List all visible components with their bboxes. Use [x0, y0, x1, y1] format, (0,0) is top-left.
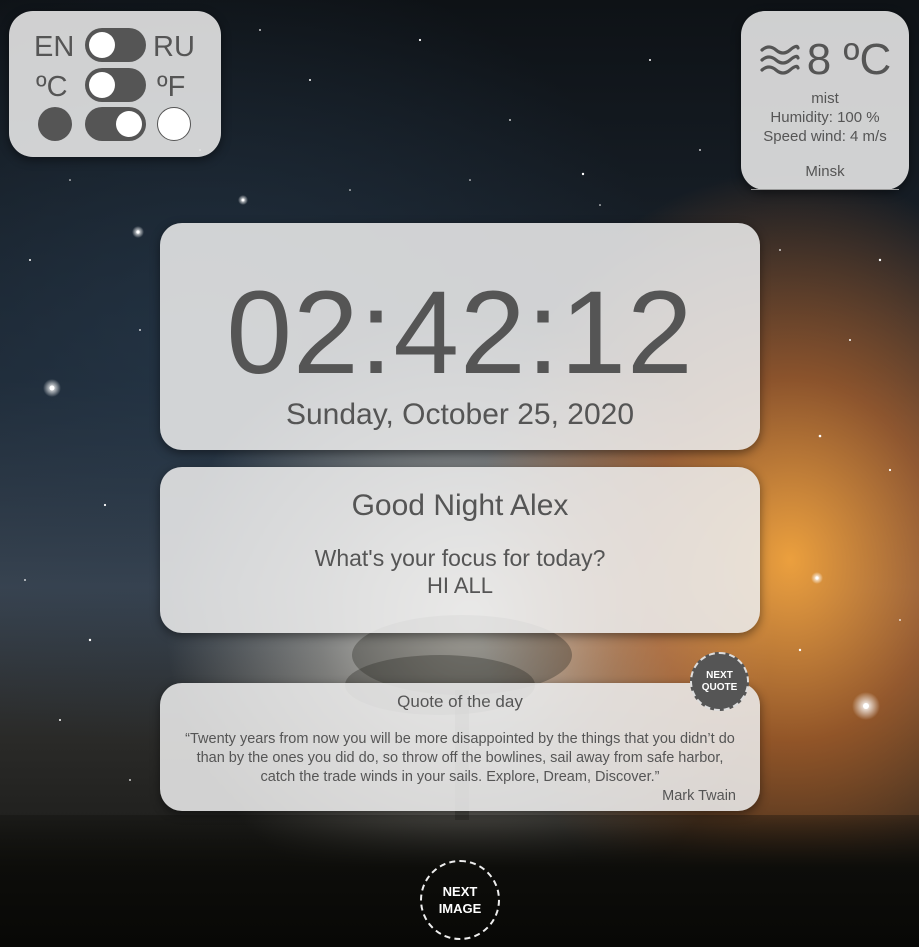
next-image-button[interactable]: NEXT IMAGE — [420, 860, 500, 940]
greeting-name[interactable]: Good Night Alex — [160, 489, 760, 523]
unit-toggle[interactable] — [85, 68, 146, 102]
language-en-label: EN — [34, 31, 75, 63]
language-toggle[interactable] — [85, 28, 146, 62]
city-input[interactable]: Minsk — [741, 163, 909, 180]
wind-speed-value: Speed wind: 4 m/s — [763, 128, 887, 145]
clock-date: Sunday, October 25, 2020 — [285, 398, 635, 431]
clock-time: 02:42:12 — [226, 267, 694, 399]
unit-fahrenheit-label: ºF — [157, 71, 186, 103]
next-quote-button[interactable]: NEXT QUOTE — [690, 652, 749, 711]
language-ru-label: RU — [153, 31, 195, 63]
toggle-knob — [116, 111, 142, 137]
dark-theme-swatch[interactable] — [38, 107, 72, 141]
weather-description: mist — [811, 90, 839, 107]
next-quote-label-1: NEXT — [706, 669, 733, 681]
quote-title: Quote of the day — [397, 692, 523, 711]
focus-input[interactable]: HI ALL — [160, 573, 760, 599]
quote-author: Mark Twain — [662, 788, 736, 804]
toggle-knob — [89, 72, 115, 98]
weather-panel: 8 ºC mist Humidity: 100 % Speed wind: 4 … — [741, 11, 909, 190]
quote-text: “Twenty years from now you will be more … — [185, 731, 735, 785]
next-image-label-1: NEXT — [442, 884, 478, 899]
theme-toggle[interactable] — [85, 107, 146, 141]
next-image-label-2: IMAGE — [438, 901, 482, 916]
greeting-panel: Good Night Alex What's your focus for to… — [160, 467, 760, 633]
mist-icon — [760, 44, 800, 75]
settings-panel: EN RU ºC ºF — [9, 11, 221, 157]
quote-panel: Quote of the day “Twenty years from now … — [160, 683, 760, 811]
light-theme-swatch[interactable] — [157, 107, 191, 141]
next-quote-label-2: QUOTE — [701, 681, 738, 693]
unit-celsius-label: ºC — [36, 71, 68, 103]
toggle-knob — [89, 32, 115, 58]
focus-question: What's your focus for today? — [314, 545, 606, 571]
city-underline — [751, 189, 899, 190]
temperature-value: 8 ºC — [806, 35, 892, 84]
clock-panel: 02:42:12 Sunday, October 25, 2020 — [160, 223, 760, 450]
humidity-value: Humidity: 100 % — [770, 109, 880, 126]
